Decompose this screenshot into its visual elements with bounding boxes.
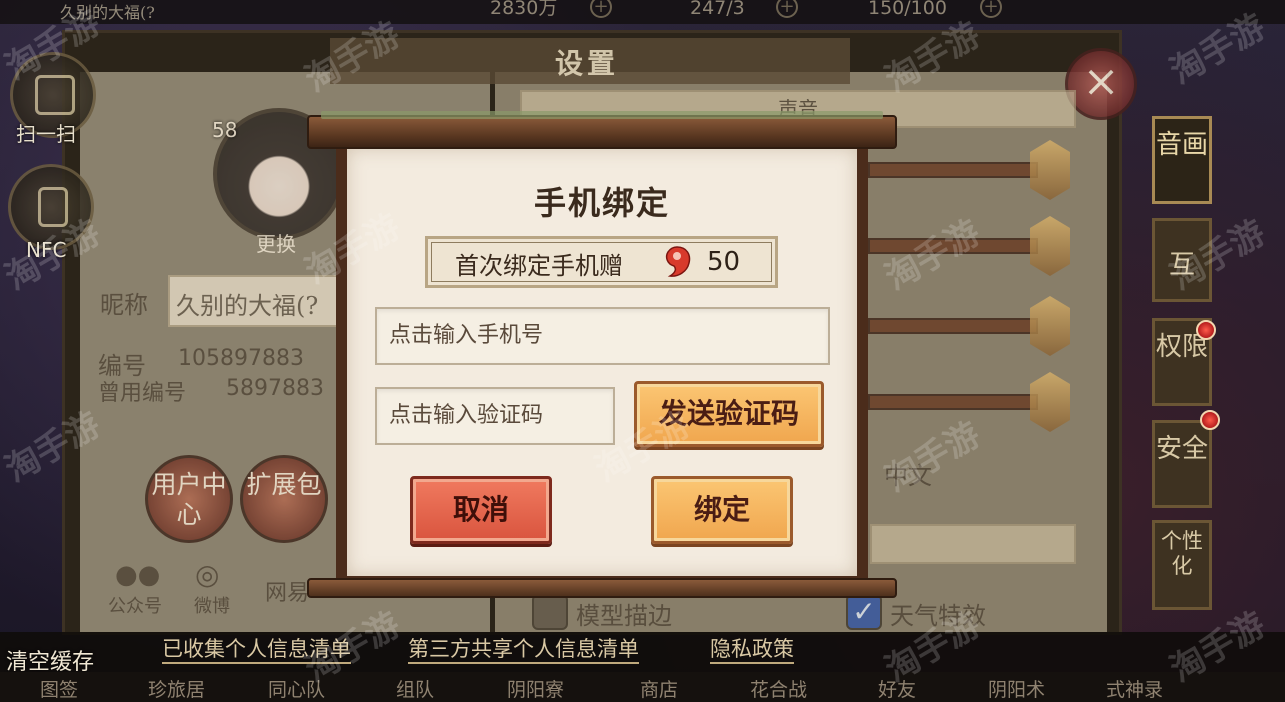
nav-item-shop[interactable]: 商店 <box>640 675 678 702</box>
option-bar <box>870 524 1076 564</box>
wechat-label: 公众号 <box>108 596 162 617</box>
dialog-title: 手机绑定 <box>533 184 670 222</box>
notification-dot <box>1196 320 1216 340</box>
model-outline-label: 模型描边 <box>576 602 672 630</box>
volume-slider-4[interactable] <box>868 394 1038 410</box>
netease-link[interactable]: 网易 <box>265 575 309 607</box>
change-avatar-label[interactable]: 更换 <box>256 228 296 257</box>
bind-button[interactable]: 绑定 <box>651 476 793 544</box>
volume-slider-3[interactable] <box>868 318 1038 334</box>
nfc-icon <box>38 187 68 227</box>
bind-bonus-amount: 50 <box>707 247 741 277</box>
third-party-info-link[interactable]: 第三方共享个人信息清单 <box>408 636 639 664</box>
weibo-icon[interactable]: ◎ <box>195 558 219 591</box>
user-center-button[interactable]: 用户中心 <box>145 455 233 543</box>
magatama-icon <box>665 246 691 277</box>
wechat-icon[interactable]: ●● <box>115 560 160 590</box>
nav-item-guild[interactable]: 阴阳寮 <box>507 675 564 702</box>
stamina-counter: 247/3 <box>690 0 745 19</box>
phone-number-input[interactable]: 点击输入手机号 <box>375 307 830 365</box>
nav-item-tongxindui[interactable]: 同心队 <box>268 675 325 702</box>
privacy-policy-link[interactable]: 隐私政策 <box>710 636 794 664</box>
tab-interaction[interactable]: 互 <box>1152 218 1212 302</box>
gouyu-counter: 150/100 <box>868 0 947 19</box>
scan-label: 扫一扫 <box>16 122 76 146</box>
expansion-pack-button[interactable]: 扩展包 <box>240 455 328 543</box>
weather-effects-label: 天气特效 <box>890 602 986 630</box>
nickname-label: 昵称 <box>100 291 148 319</box>
resource-bar: 久别的大福(? 2830万 + 247/3 + 150/100 + <box>0 0 1285 24</box>
nickname-value: 久别的大福(? <box>176 292 319 320</box>
cancel-button[interactable]: 取消 <box>410 476 552 544</box>
player-name-fragment: 久别的大福(? <box>60 3 155 22</box>
notification-dot <box>1200 410 1220 430</box>
settings-title: 设置 <box>555 47 620 80</box>
old-id-label: 曾用编号 <box>98 381 187 406</box>
nav-item-zhenlvju[interactable]: 珍旅居 <box>148 675 205 702</box>
collected-info-link[interactable]: 已收集个人信息清单 <box>162 636 351 664</box>
volume-slider-4-knob[interactable] <box>1030 372 1070 432</box>
gouyu-add-button[interactable]: + <box>980 0 1002 18</box>
scroll-rod-top <box>307 111 897 149</box>
id-value: 105897883 <box>178 346 304 371</box>
gold-add-button[interactable]: + <box>590 0 612 18</box>
volume-slider-3-knob[interactable] <box>1030 296 1070 356</box>
nfc-label: NFC <box>26 238 67 262</box>
nav-item-huahezhan[interactable]: 花合战 <box>750 675 807 702</box>
nav-item-shikigami[interactable]: 式神录 <box>1106 675 1163 702</box>
send-code-button[interactable]: 发送验证码 <box>634 381 824 447</box>
volume-slider-1-knob[interactable] <box>1030 140 1070 200</box>
nav-item-onmyoji-arts[interactable]: 阴阳术 <box>988 675 1045 702</box>
weibo-label: 微博 <box>194 596 230 617</box>
language-value[interactable]: 中文 <box>884 456 932 491</box>
nav-item-friends[interactable]: 好友 <box>878 675 916 702</box>
nav-item-team[interactable]: 组队 <box>396 675 434 702</box>
bind-bonus-text: 首次绑定手机赠 <box>455 252 623 280</box>
tab-personalize[interactable]: 个性化 <box>1152 520 1212 610</box>
model-outline-checkbox[interactable] <box>532 594 568 630</box>
verification-code-input[interactable]: 点击输入验证码 <box>375 387 615 445</box>
stamina-add-button[interactable]: + <box>776 0 798 18</box>
close-icon: × <box>1082 56 1120 107</box>
weather-effects-checkbox[interactable]: ✓ <box>846 594 882 630</box>
gold-counter: 2830万 <box>490 0 558 19</box>
volume-slider-1[interactable] <box>868 162 1038 178</box>
volume-slider-2-knob[interactable] <box>1030 216 1070 276</box>
tab-audio-visual[interactable]: 音画 <box>1152 116 1212 204</box>
scroll-rod-bottom <box>307 578 897 598</box>
old-id-value: 5897883 <box>226 376 324 401</box>
volume-slider-2[interactable] <box>868 238 1038 254</box>
check-icon: ✓ <box>852 595 876 628</box>
scan-icon <box>35 75 75 115</box>
nav-item-tujian[interactable]: 图签 <box>40 675 78 702</box>
level-badge: 58 <box>212 118 238 142</box>
tab-security[interactable]: 安全 <box>1152 420 1212 508</box>
